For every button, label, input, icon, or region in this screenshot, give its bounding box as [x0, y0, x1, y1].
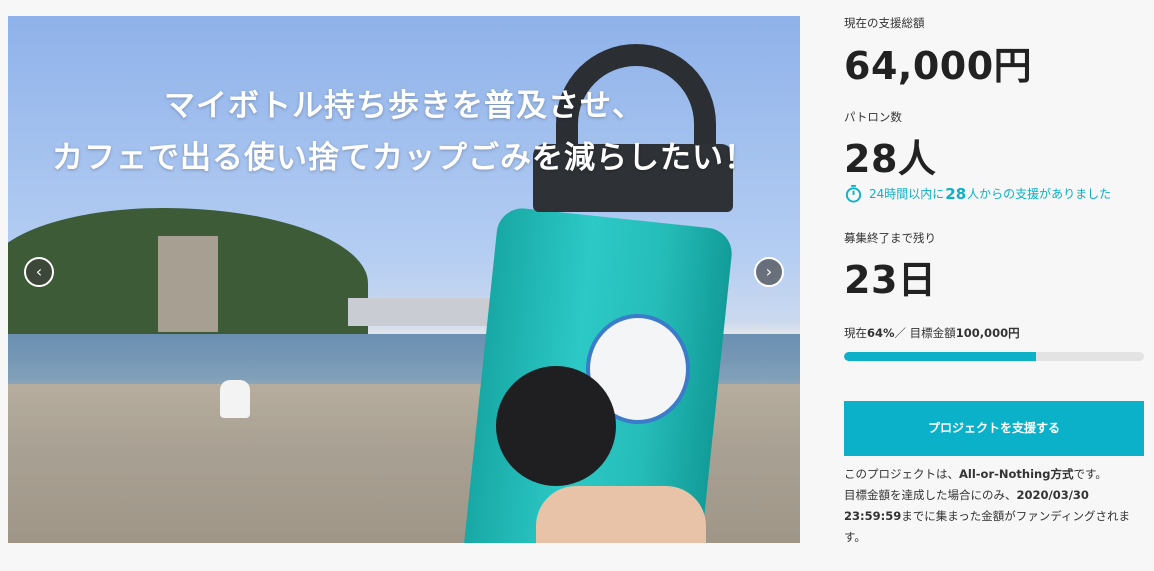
progress-percent: 64% [867, 326, 895, 340]
bottle-sticker-logo [496, 366, 616, 486]
progress-prefix: 現在 [844, 326, 867, 340]
carousel-next-button[interactable]: › [754, 257, 784, 287]
progress-bar [844, 352, 1144, 361]
patron-count: 28人 [844, 137, 937, 181]
recent-count: 28 [945, 184, 967, 203]
chevron-right-icon: › [765, 262, 773, 281]
project-hero-image: マイボトル持ち歩きを普及させ、 カフェで出る使い捨てカップごみを減らしたい！ ‹… [8, 16, 800, 543]
note-line3-suffix: までに集まった金額がファンディングされま [901, 509, 1130, 523]
funding-label: 現在の支援総額 [844, 16, 925, 30]
support-project-button[interactable]: プロジェクトを支援する [844, 401, 1144, 456]
note-line1-suffix: です。 [1073, 467, 1107, 481]
hero-headline-line1: マイボトル持ち歩きを普及させ、 [164, 88, 644, 124]
patron-label: パトロン数 [844, 110, 902, 124]
holding-hand [536, 486, 706, 543]
deadline-time: 23:59:59 [844, 509, 902, 523]
remaining-days: 23日 [844, 258, 937, 302]
note-line1-prefix: このプロジェクトは、 [844, 467, 959, 481]
distant-buildings [348, 298, 498, 326]
progress-text: 現在64%／ 目標金額100,000円 [844, 325, 1020, 341]
progress-mid: ／ 目標金額 [894, 326, 956, 340]
recent-prefix: 24時間以内に [869, 187, 945, 201]
cliff-shape [158, 236, 218, 332]
recent-support-notice: 24時間以内に 28 人からの支援がありました [844, 184, 1111, 203]
note-line4: す。 [844, 530, 866, 544]
note-funding-method: All-or-Nothing方式 [959, 467, 1074, 481]
funding-panel: 現在の支援総額 64,000円 パトロン数 28人 24時間以内に 28 人から… [844, 0, 1144, 571]
funding-terms-note: このプロジェクトは、All-or-Nothing方式です。 目標金額を達成した場… [844, 464, 1144, 548]
beach-person [220, 380, 250, 418]
hero-headline-line2: カフェで出る使い捨てカップごみを減らしたい！ [52, 140, 756, 176]
note-line2: 目標金額を達成した場合にのみ、 [844, 488, 1017, 502]
goal-amount: 100,000円 [955, 326, 1020, 340]
stopwatch-icon [845, 184, 862, 203]
remaining-label: 募集終了まで残り [844, 231, 936, 245]
carousel-prev-button[interactable]: ‹ [24, 257, 54, 287]
deadline-date: 2020/03/30 [1016, 488, 1089, 502]
recent-suffix: 人からの支援がありました [967, 187, 1112, 201]
progress-bar-fill [844, 352, 1036, 361]
chevron-left-icon: ‹ [35, 262, 43, 281]
funding-amount: 64,000円 [844, 44, 1033, 88]
